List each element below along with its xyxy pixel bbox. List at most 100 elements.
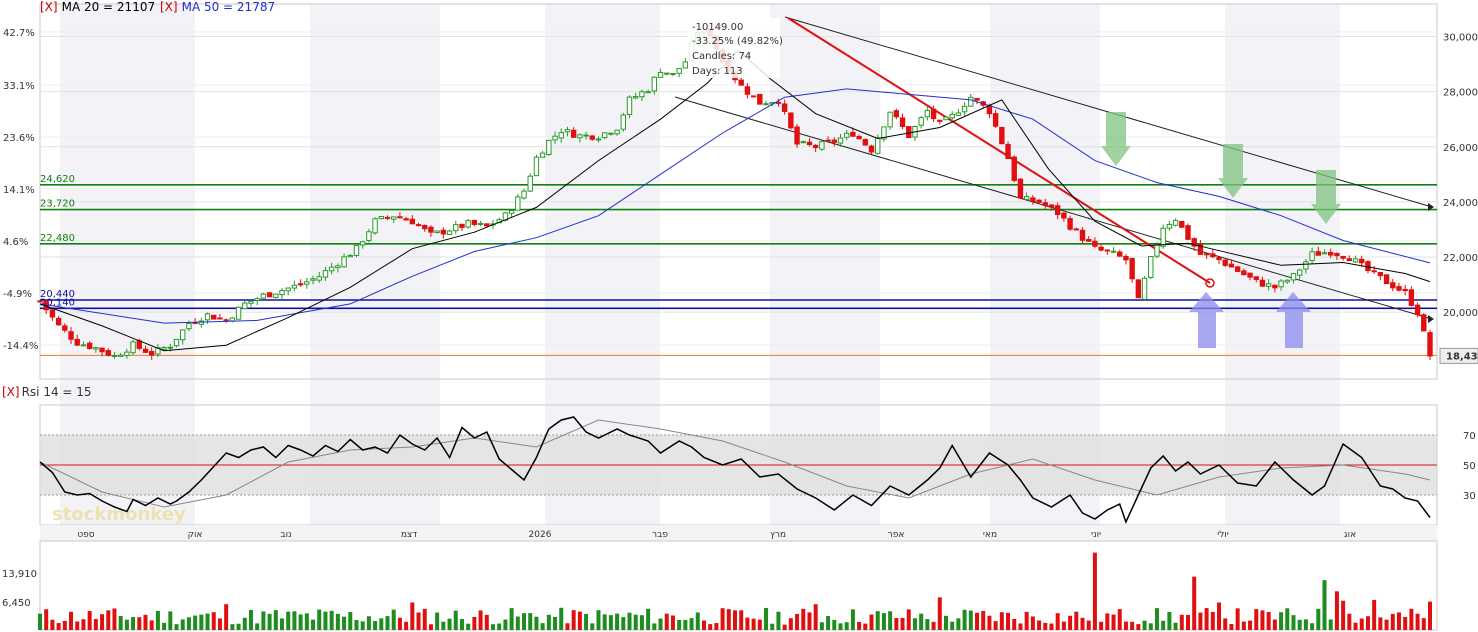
candle-down <box>136 340 142 349</box>
candle-up <box>595 138 602 141</box>
volume-bar <box>1241 621 1246 630</box>
candle-down <box>409 218 416 225</box>
volume-bar <box>881 613 886 630</box>
price-tick: 28,000 <box>1443 88 1478 99</box>
volume-bar <box>1217 602 1222 630</box>
ma20-remove-button[interactable]: [X] <box>40 0 58 14</box>
candle-down <box>49 309 56 318</box>
volume-bar <box>1316 608 1321 630</box>
volume-bar <box>975 612 980 630</box>
candle-down <box>1098 246 1104 251</box>
volume-bar <box>342 616 347 630</box>
volume-bar <box>149 620 154 630</box>
candle-up <box>434 230 440 233</box>
candle-up <box>943 116 949 121</box>
candle-down <box>1414 304 1421 316</box>
percent-tick: 33.1% <box>3 81 35 92</box>
volume-bar <box>739 610 744 630</box>
candle-up <box>391 216 397 220</box>
candle-down <box>1073 228 1079 231</box>
volume-bar <box>950 621 955 630</box>
ma50-legend[interactable]: [X] MA 50 = 21787 <box>160 0 275 14</box>
volume-bar <box>509 608 514 630</box>
candle-up <box>1154 244 1160 257</box>
candle-down <box>893 110 900 118</box>
volume-bar <box>689 618 694 630</box>
level-label: 23,720 <box>40 199 75 210</box>
volume-bar <box>1384 619 1389 630</box>
volume-bar <box>497 623 502 630</box>
month-label: יולי <box>1217 530 1229 540</box>
rsi-remove-button[interactable]: [X] <box>2 385 20 399</box>
candle-up <box>1284 279 1290 283</box>
volume-bar <box>1254 609 1259 630</box>
candle-down <box>297 283 304 286</box>
rsi-tick: 50 <box>1463 461 1476 472</box>
volume-bar <box>546 614 551 630</box>
volume-bar <box>174 624 179 630</box>
candle-down <box>1390 282 1396 289</box>
down-arrow-icon <box>1101 112 1131 166</box>
candle-up <box>446 230 453 235</box>
volume-bar <box>999 612 1004 630</box>
candle-up <box>180 329 186 341</box>
volume-bar <box>621 617 626 630</box>
volume-bar <box>1334 591 1339 630</box>
volume-bar <box>348 612 353 630</box>
volume-bar <box>590 623 595 630</box>
candle-up <box>539 152 546 158</box>
candle-down <box>1222 259 1228 266</box>
volume-bar <box>733 610 737 630</box>
percent-tick: 14.1% <box>3 185 35 196</box>
candle-down <box>1104 249 1111 252</box>
candle-down <box>806 141 813 146</box>
candle-down <box>74 338 80 346</box>
candle-down <box>217 317 223 320</box>
volume-bar <box>584 613 589 630</box>
month-label: דצמ <box>401 530 417 540</box>
rsi-legend[interactable]: [X] Rsi 14 = 15 <box>2 385 92 399</box>
volume-bar <box>875 611 880 630</box>
ma50-remove-button[interactable]: [X] <box>160 0 178 14</box>
volume-bar <box>608 615 613 630</box>
volume-bar <box>230 624 235 630</box>
volume-bars <box>38 552 1432 630</box>
candle-down <box>856 135 862 140</box>
volume-bar <box>366 616 371 630</box>
volume-bar <box>1378 617 1383 630</box>
candle-up <box>626 96 633 115</box>
volume-bar <box>925 619 930 630</box>
volume-bar <box>261 611 266 630</box>
volume-bar <box>1049 623 1054 630</box>
candle-down <box>484 223 490 227</box>
candle-up <box>1023 196 1030 200</box>
candle-up <box>1166 223 1173 229</box>
candle-down <box>1067 218 1073 230</box>
ma20-legend-text: MA 20 = 21107 <box>62 0 156 14</box>
candle-up <box>1141 277 1148 300</box>
candle-up <box>968 96 974 107</box>
candle-down <box>775 101 782 104</box>
candle-up <box>955 112 962 116</box>
candle-down <box>471 219 478 225</box>
candle-down <box>738 79 744 86</box>
candle-up <box>453 224 459 232</box>
volume-bar <box>1198 612 1203 630</box>
candle-up <box>1352 258 1359 263</box>
candle-up <box>601 132 608 138</box>
volume-bar <box>937 597 942 630</box>
ma20-legend[interactable]: [X] MA 20 = 21107 <box>40 0 155 14</box>
candle-down <box>440 229 447 235</box>
volume-bar <box>757 619 762 630</box>
candle-down <box>403 218 409 221</box>
volume-bar <box>819 622 824 630</box>
volume-bar <box>1130 621 1135 630</box>
candle-up <box>1160 227 1166 247</box>
volume-bar <box>323 611 328 630</box>
volume-bar <box>478 610 483 630</box>
candle-down <box>899 117 906 128</box>
candle-down <box>1402 288 1408 292</box>
volume-bar <box>391 609 396 630</box>
volume-bar <box>943 615 948 630</box>
rsi-tick: 70 <box>1463 431 1476 442</box>
